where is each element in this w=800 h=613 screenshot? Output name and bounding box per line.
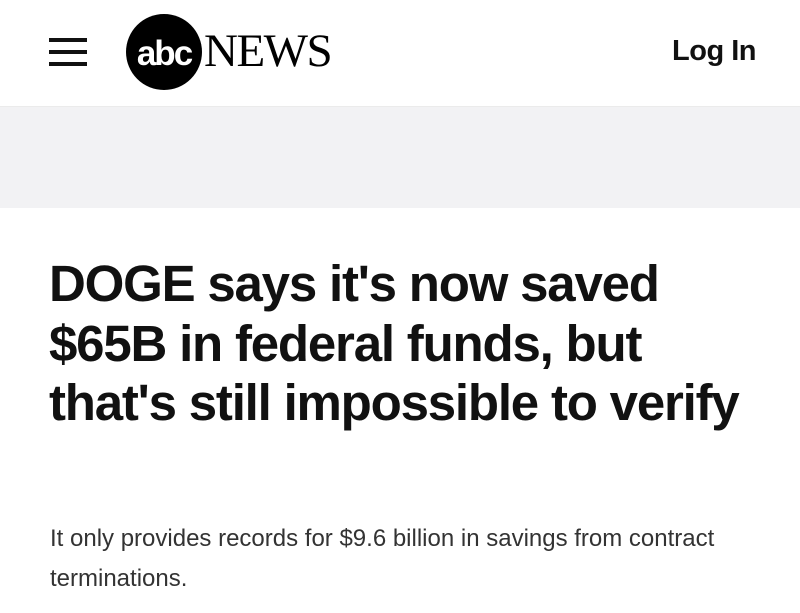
- hamburger-menu-icon: [49, 38, 87, 42]
- login-link[interactable]: Log In: [672, 33, 756, 69]
- article-subheadline: It only provides records for $9.6 billio…: [50, 525, 715, 592]
- site-header: abc NEWS Log In: [0, 0, 800, 107]
- hamburger-menu-icon-bar: [49, 50, 87, 54]
- article-headline: DOGE says it's now saved $65B in federal…: [49, 255, 740, 431]
- abc-news-logo[interactable]: abc NEWS: [126, 13, 352, 91]
- hamburger-menu-icon-bar: [49, 62, 87, 66]
- ad-placeholder: [0, 107, 800, 208]
- abc-logo-text: abc: [137, 34, 193, 73]
- menu-button[interactable]: [46, 35, 90, 69]
- page: abc NEWS Log In DOGE says it's now saved…: [0, 0, 800, 613]
- news-wordmark: NEWS: [204, 25, 331, 77]
